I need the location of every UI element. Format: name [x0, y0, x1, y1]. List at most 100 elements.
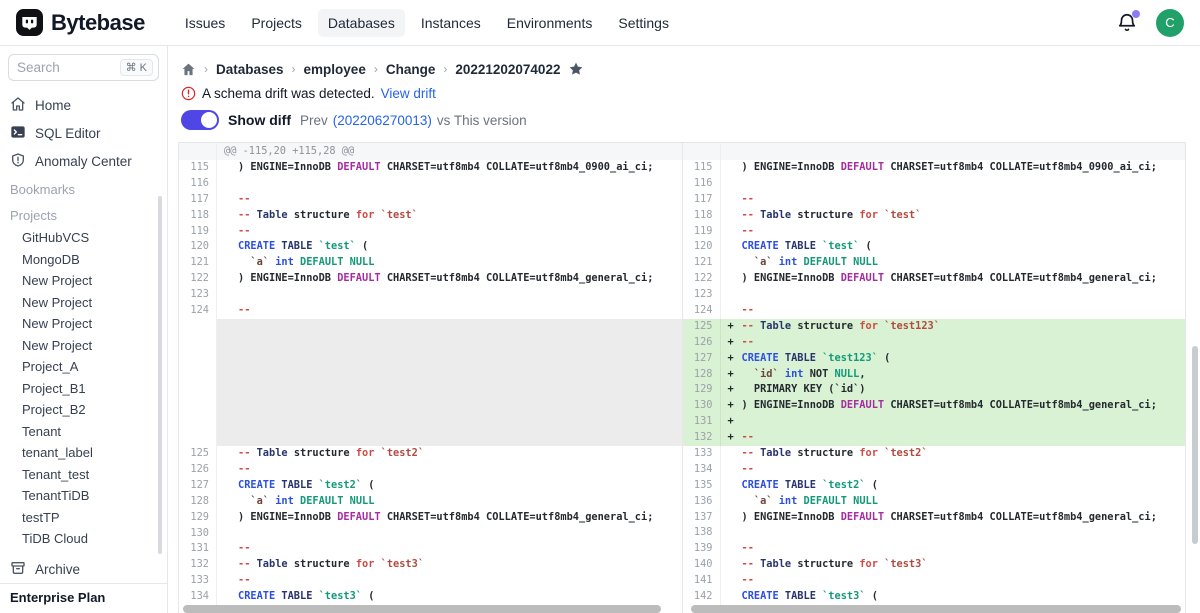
diff-row: 124--: [179, 303, 682, 319]
diff-pane-right: 115) ENGINE=InnoDB DEFAULT CHARSET=utf8m…: [683, 143, 1186, 613]
show-diff-toggle[interactable]: [181, 110, 219, 130]
top-navbar: Bytebase IssuesProjectsDatabasesInstance…: [0, 0, 1200, 46]
breadcrumb-item[interactable]: employee: [304, 62, 366, 77]
diff-row: 127CREATE TABLE `test2` (: [179, 478, 682, 494]
diff-hunk-header: @@ -115,20 +115,28 @@: [179, 143, 682, 160]
project-item[interactable]: testTP: [0, 507, 167, 529]
diff-added-row: 130+) ENGINE=InnoDB DEFAULT CHARSET=utf8…: [683, 398, 1186, 414]
home-icon[interactable]: [181, 62, 196, 77]
diff-row: 122) ENGINE=InnoDB DEFAULT CHARSET=utf8m…: [179, 271, 682, 287]
nav-item-projects[interactable]: Projects: [241, 9, 312, 37]
diff-row: 130: [179, 526, 682, 542]
diff-row: 116: [683, 176, 1186, 192]
project-item[interactable]: New Project: [0, 313, 167, 335]
main-content: ›Databases›employee›Change›2022120207402…: [168, 46, 1200, 613]
sidebar: Search ⌘ K HomeSQL EditorAnomaly Center …: [0, 46, 168, 613]
diff-row: 133--: [179, 573, 682, 589]
sidebar-item-archive[interactable]: Archive: [0, 555, 167, 583]
avatar[interactable]: C: [1156, 9, 1184, 37]
search-input[interactable]: Search ⌘ K: [8, 54, 159, 81]
diff-row: 141--: [683, 573, 1186, 589]
diff-row: 134CREATE TABLE `test3` (: [179, 589, 682, 605]
project-item[interactable]: TiDB Cloud: [0, 528, 167, 550]
notifications-button[interactable]: [1116, 12, 1138, 34]
sidebar-item-sql-editor[interactable]: SQL Editor: [0, 119, 167, 147]
search-shortcut-badge: ⌘ K: [120, 59, 153, 76]
diff-hunk-header: [683, 143, 1186, 160]
diff-row: 121 `a` int DEFAULT NULL: [683, 255, 1186, 271]
alert-text: A schema drift was detected.: [202, 86, 375, 101]
diff-added-row: 131+: [683, 414, 1186, 430]
nav-item-settings[interactable]: Settings: [608, 9, 679, 37]
nav-item-instances[interactable]: Instances: [411, 9, 491, 37]
diff-row: 120CREATE TABLE `test` (: [683, 239, 1186, 255]
breadcrumb-separator: ›: [292, 62, 296, 76]
diff-row: 116: [179, 176, 682, 192]
diff-row: 133-- Table structure for `test2`: [683, 446, 1186, 462]
diff-added-row: 126+--: [683, 335, 1186, 351]
main-nav: IssuesProjectsDatabasesInstancesEnvironm…: [175, 9, 679, 37]
diff-row: 126--: [179, 462, 682, 478]
diff-right-hscrollbar[interactable]: [691, 605, 1181, 613]
vs-label: vs This version: [437, 113, 527, 128]
project-item[interactable]: Project_B2: [0, 399, 167, 421]
diff-row: 115) ENGINE=InnoDB DEFAULT CHARSET=utf8m…: [683, 160, 1186, 176]
diff-row: 136 `a` int DEFAULT NULL: [683, 494, 1186, 510]
bytebase-logo[interactable]: Bytebase: [16, 9, 145, 36]
diff-row: 118-- Table structure for `test`: [683, 208, 1186, 224]
project-item[interactable]: TenantTiDB: [0, 485, 167, 507]
view-drift-link[interactable]: View drift: [381, 86, 436, 101]
sidebar-item-home[interactable]: Home: [0, 91, 167, 119]
diff-row: 115) ENGINE=InnoDB DEFAULT CHARSET=utf8m…: [179, 160, 682, 176]
sidebar-section-projects: Projects: [0, 201, 167, 227]
diff-row: 129) ENGINE=InnoDB DEFAULT CHARSET=utf8m…: [179, 510, 682, 526]
project-item[interactable]: GitHubVCS: [0, 227, 167, 249]
prev-version-link[interactable]: (202206270013): [333, 113, 432, 128]
diff-row: 121 `a` int DEFAULT NULL: [179, 255, 682, 271]
diff-viewer: @@ -115,20 +115,28 @@115) ENGINE=InnoDB …: [178, 142, 1186, 613]
diff-row: 137) ENGINE=InnoDB DEFAULT CHARSET=utf8m…: [683, 510, 1186, 526]
nav-item-issues[interactable]: Issues: [175, 9, 235, 37]
project-item[interactable]: New Project: [0, 270, 167, 292]
plan-label: Enterprise Plan: [0, 583, 167, 613]
diff-left-hscrollbar[interactable]: [183, 605, 661, 613]
breadcrumb: ›Databases›employee›Change›2022120207402…: [168, 58, 1200, 80]
diff-added-row: 128+ `id` int NOT NULL,: [683, 367, 1186, 383]
diff-row: 118-- Table structure for `test`: [179, 208, 682, 224]
diff-row: 124--: [683, 303, 1186, 319]
breadcrumb-item[interactable]: Databases: [216, 62, 284, 77]
diff-pane-left: @@ -115,20 +115,28 @@115) ENGINE=InnoDB …: [179, 143, 683, 613]
diff-placeholder-block: [179, 319, 682, 446]
sidebar-scrollbar[interactable]: [158, 196, 162, 554]
nav-item-databases[interactable]: Databases: [318, 9, 405, 37]
diff-row: 134--: [683, 462, 1186, 478]
breadcrumb-separator: ›: [374, 62, 378, 76]
diff-row: 117--: [179, 192, 682, 208]
page-vscrollbar[interactable]: [1192, 346, 1198, 544]
sidebar-section-bookmarks: Bookmarks: [0, 175, 167, 201]
breadcrumb-item[interactable]: 20221202074022: [455, 62, 560, 77]
project-item[interactable]: Project_B1: [0, 378, 167, 400]
diff-row: 135CREATE TABLE `test2` (: [683, 478, 1186, 494]
breadcrumb-item[interactable]: Change: [386, 62, 436, 77]
diff-row: 128 `a` int DEFAULT NULL: [179, 494, 682, 510]
diff-added-row: 125+-- Table structure for `test123`: [683, 319, 1186, 335]
project-item[interactable]: Tenant_test: [0, 464, 167, 486]
diff-row: 138: [683, 525, 1186, 541]
project-item[interactable]: Tenant: [0, 421, 167, 443]
nav-item-environments[interactable]: Environments: [497, 9, 603, 37]
search-placeholder: Search: [17, 60, 60, 75]
notification-dot: [1132, 10, 1140, 18]
project-item[interactable]: New Project: [0, 292, 167, 314]
star-icon[interactable]: [568, 61, 584, 77]
diff-row: 123: [179, 287, 682, 303]
project-item[interactable]: tenant_label: [0, 442, 167, 464]
project-item[interactable]: Project_A: [0, 356, 167, 378]
diff-added-row: 132+--: [683, 430, 1186, 446]
archive-icon: [10, 560, 26, 579]
sidebar-item-anomaly-center[interactable]: Anomaly Center: [0, 147, 167, 175]
diff-added-row: 129+ PRIMARY KEY (`id`): [683, 382, 1186, 398]
project-item[interactable]: MongoDB: [0, 249, 167, 271]
diff-added-row: 127+CREATE TABLE `test123` (: [683, 351, 1186, 367]
project-item[interactable]: New Project: [0, 335, 167, 357]
